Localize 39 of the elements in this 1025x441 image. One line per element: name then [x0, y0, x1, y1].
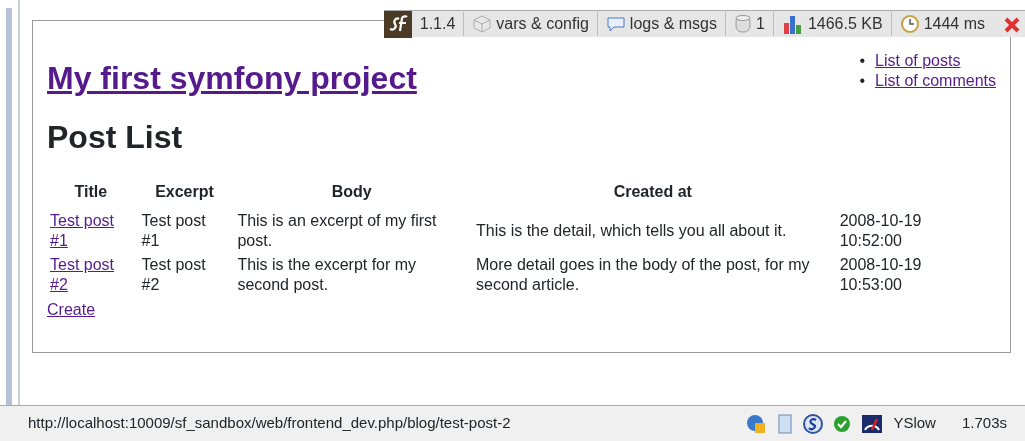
table-cell-text: This is the detail, which tells you all about it. [475, 220, 788, 241]
speech-bubble-icon [605, 15, 626, 33]
check-icon[interactable] [833, 414, 852, 433]
column-header: Excerpt [154, 181, 215, 202]
toolbar-item[interactable]: logs & msgs [596, 12, 725, 36]
toolbar-item[interactable]: 1444 ms [890, 12, 993, 36]
table-cell-text: More detail goes in the body of the post, for my second article. [475, 254, 811, 295]
column-header: Created at [612, 181, 693, 202]
clock-icon [899, 14, 920, 34]
create-link[interactable]: Create [47, 300, 96, 318]
cube-icon [472, 14, 493, 34]
column-header: Title [73, 181, 109, 202]
nav-link[interactable]: List of posts [875, 51, 961, 71]
globe-icon[interactable] [745, 412, 768, 435]
date-cell-text: 2008-10-19 10:53:00 [838, 254, 923, 295]
load-time: 1.703s [961, 413, 1007, 434]
yslow-label[interactable]: YSlow [893, 412, 936, 435]
post-link[interactable]: Test post #2 [50, 254, 132, 295]
post-link[interactable]: Test post #1 [50, 210, 132, 251]
toolbar-item[interactable]: 1466.5 KB [772, 12, 891, 36]
version-label: 1.1.4 [418, 14, 457, 34]
bullet: • [859, 51, 866, 71]
toolbar-item[interactable]: vars & config [463, 12, 597, 36]
column-header: Body [330, 181, 373, 202]
gauge-icon[interactable] [861, 413, 884, 434]
date-cell-text: 2008-10-19 10:52:00 [838, 210, 923, 251]
nav-link[interactable]: List of comments [875, 71, 996, 91]
page-heading: Post List [47, 118, 184, 157]
status-url: http://localhost:10009/sf_sandbox/web/frontend_dev.php/blog/test-post-2 [28, 413, 512, 434]
logo-icon [383, 10, 412, 38]
site-title-link[interactable]: My first symfony project [47, 61, 417, 97]
table-cell-text: This is an excerpt of my first post. [236, 210, 438, 251]
bullet: • [859, 71, 866, 91]
table-cell-text: Test post #2 [140, 254, 207, 295]
toolbar-item[interactable]: 1 [725, 12, 773, 36]
table-cell-text: This is the excerpt for my second post. [236, 254, 418, 295]
bar-chart-icon [781, 13, 804, 35]
s-circle-icon[interactable] [803, 413, 824, 434]
table-cell-text: Test post #1 [140, 210, 207, 251]
